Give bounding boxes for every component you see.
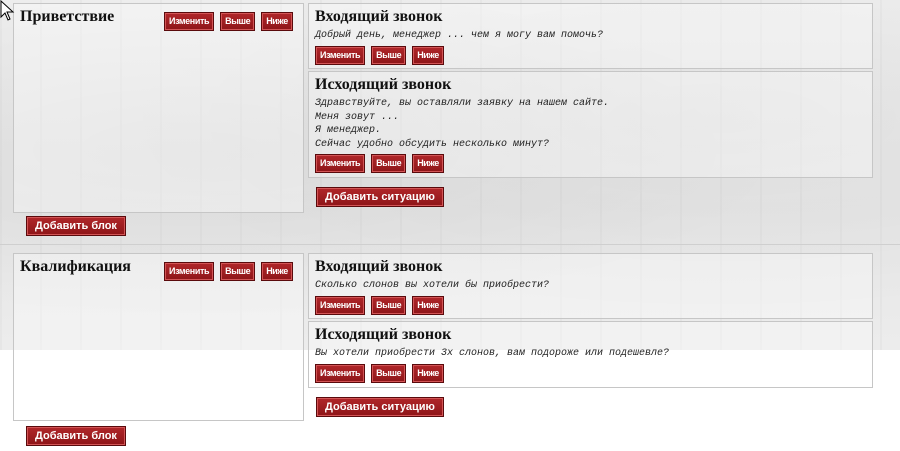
situation-card: Входящий звонок Добрый день, менеджер ..… <box>308 3 873 69</box>
add-block-button[interactable]: Добавить блок <box>26 216 126 236</box>
block-divider <box>0 244 900 245</box>
block-controls: Изменить Выше Ниже <box>164 12 293 31</box>
add-block-area: Добавить блок <box>26 426 126 446</box>
block-panel-qualification: Квалификация Изменить Выше Ниже <box>13 253 304 421</box>
move-up-situation-button[interactable]: Выше <box>371 296 407 315</box>
situation-title: Входящий звонок <box>315 8 443 25</box>
add-situation-button[interactable]: Добавить ситуацию <box>316 397 444 417</box>
mouse-pointer-icon <box>0 0 15 21</box>
situation-script-text: Здравствуйте, вы оставляли заявку на наш… <box>315 98 610 150</box>
move-down-situation-button[interactable]: Ниже <box>412 154 444 173</box>
situation-controls: Изменить Выше Ниже <box>315 296 444 315</box>
move-down-situation-button[interactable]: Ниже <box>412 296 444 315</box>
situation-title: Исходящий звонок <box>315 76 452 93</box>
move-down-block-button[interactable]: Ниже <box>261 262 293 281</box>
situation-card: Входящий звонок Сколько слонов вы хотели… <box>308 253 873 319</box>
situation-controls: Изменить Выше Ниже <box>315 46 444 65</box>
move-up-situation-button[interactable]: Выше <box>371 364 407 383</box>
edit-block-button[interactable]: Изменить <box>164 262 215 281</box>
edit-block-button[interactable]: Изменить <box>164 12 215 31</box>
edit-situation-button[interactable]: Изменить <box>315 154 366 173</box>
add-block-area: Добавить блок <box>26 216 126 236</box>
block-title: Квалификация <box>20 258 131 275</box>
add-situation-area: Добавить ситуацию <box>316 397 444 417</box>
move-up-block-button[interactable]: Выше <box>220 262 256 281</box>
situation-script-text: Сколько слонов вы хотели бы приобрести? <box>315 280 550 291</box>
edit-situation-button[interactable]: Изменить <box>315 46 366 65</box>
block-controls: Изменить Выше Ниже <box>164 262 293 281</box>
edit-situation-button[interactable]: Изменить <box>315 364 366 383</box>
block-panel-greeting: Приветствие Изменить Выше Ниже <box>13 3 304 213</box>
move-down-situation-button[interactable]: Ниже <box>412 46 444 65</box>
add-block-button[interactable]: Добавить блок <box>26 426 126 446</box>
move-up-situation-button[interactable]: Выше <box>371 154 407 173</box>
move-up-block-button[interactable]: Выше <box>220 12 256 31</box>
edit-situation-button[interactable]: Изменить <box>315 296 366 315</box>
move-down-block-button[interactable]: Ниже <box>261 12 293 31</box>
situation-title: Входящий звонок <box>315 258 443 275</box>
add-situation-button[interactable]: Добавить ситуацию <box>316 187 444 207</box>
situation-card: Исходящий звонок Вы хотели приобрести 3х… <box>308 321 873 388</box>
situation-script-text: Добрый день, менеджер ... чем я могу вам… <box>315 30 604 41</box>
situation-title: Исходящий звонок <box>315 326 452 343</box>
move-up-situation-button[interactable]: Выше <box>371 46 407 65</box>
add-situation-area: Добавить ситуацию <box>316 187 444 207</box>
situation-controls: Изменить Выше Ниже <box>315 154 444 173</box>
situation-card: Исходящий звонок Здравствуйте, вы оставл… <box>308 71 873 178</box>
situation-controls: Изменить Выше Ниже <box>315 364 444 383</box>
block-title: Приветствие <box>20 8 115 25</box>
situation-script-text: Вы хотели приобрести 3х слонов, вам подо… <box>315 348 670 359</box>
move-down-situation-button[interactable]: Ниже <box>412 364 444 383</box>
